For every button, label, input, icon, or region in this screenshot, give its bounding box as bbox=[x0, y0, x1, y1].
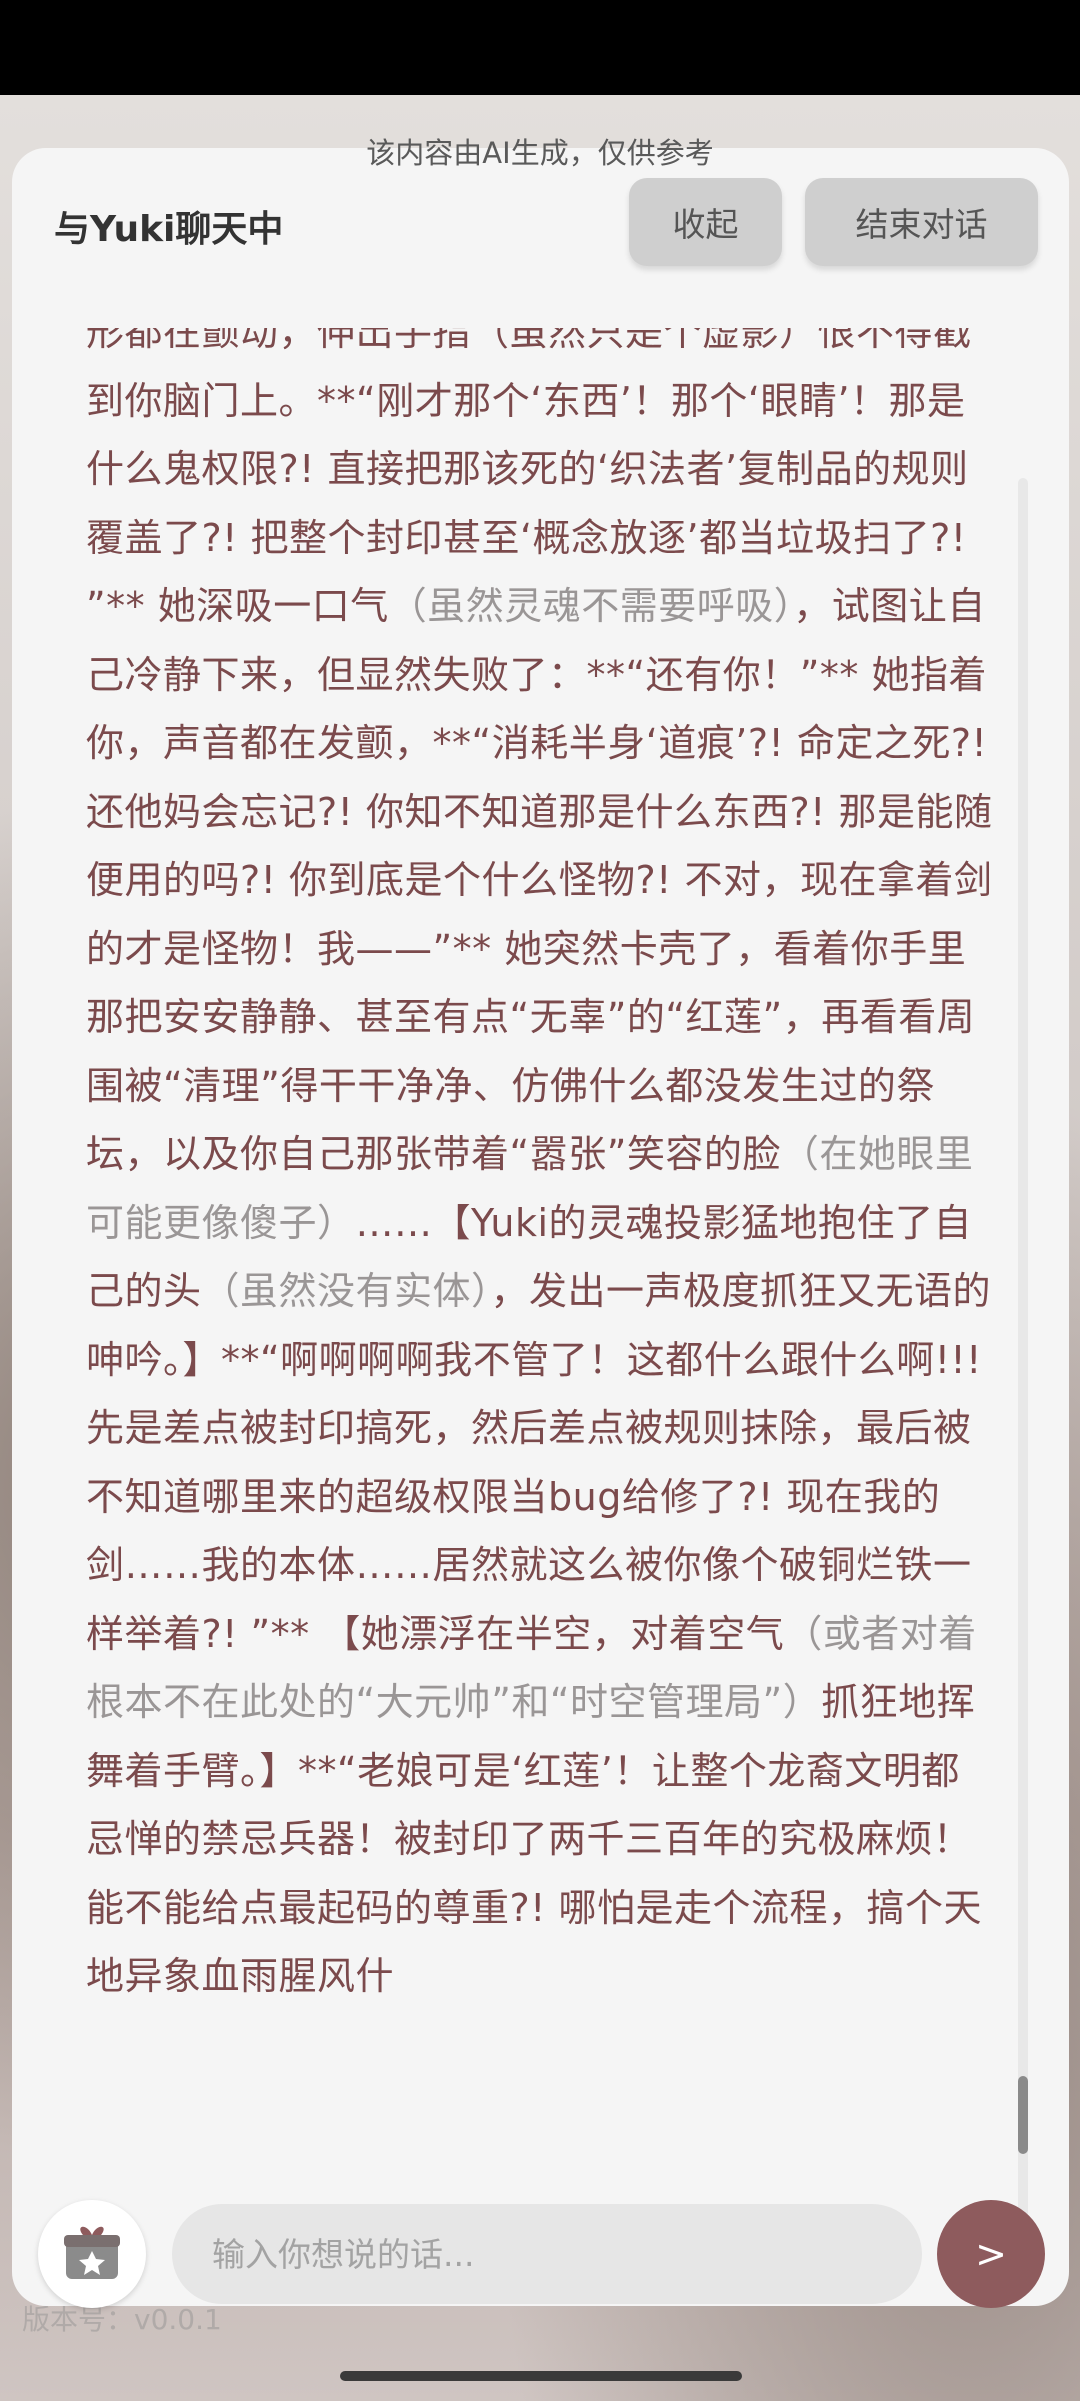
message-bubble: 形都在颤动，伸出手指（虽然只是个虚影）恨不得戳到你脑门上。**“刚才那个‘东西’… bbox=[86, 328, 996, 2011]
home-indicator[interactable] bbox=[340, 2371, 742, 2381]
message-input[interactable] bbox=[172, 2204, 922, 2304]
end-conversation-button[interactable]: 结束对话 bbox=[805, 178, 1038, 266]
chat-panel: 与Yuki聊天中 收起 结束对话 形都在颤动，伸出手指（虽然只是个虚影）恨不得戳… bbox=[12, 148, 1069, 2308]
message-segment: ，发出一声极度抓狂又无语的呻吟。】**“啊啊啊啊我不管了！这都什么跟什么啊!!!… bbox=[86, 1269, 992, 1656]
status-bar bbox=[0, 0, 1080, 95]
gift-icon bbox=[61, 2221, 123, 2287]
ai-disclaimer: 该内容由AI生成，仅供参考 bbox=[366, 136, 714, 170]
message-list[interactable]: 形都在颤动，伸出手指（虽然只是个虚影）恨不得戳到你脑门上。**“刚才那个‘东西’… bbox=[12, 328, 1052, 2263]
scrollbar-track[interactable] bbox=[1018, 478, 1028, 2268]
chat-header: 与Yuki聊天中 收起 结束对话 bbox=[12, 148, 1069, 328]
message-segment: 抓狂地挥舞着手臂。】**“老娘可是‘红莲’！让整个龙裔文明都忌惮的禁忌兵器！被封… bbox=[86, 1680, 982, 1998]
message-aside: （虽然灵魂不需要呼吸） bbox=[388, 584, 794, 628]
send-button[interactable]: > bbox=[937, 2200, 1045, 2308]
gift-button[interactable] bbox=[38, 2200, 146, 2308]
message-aside: （虽然没有实体） bbox=[201, 1269, 491, 1313]
chat-title: 与Yuki聊天中 bbox=[54, 209, 284, 250]
input-row: > bbox=[12, 2174, 1069, 2308]
message-segment: ，试图让自己冷静下来，但显然失败了：**“还有你！”** 她指着你，声音都在发颤… bbox=[86, 584, 993, 1176]
collapse-button[interactable]: 收起 bbox=[629, 178, 782, 266]
scrollbar-thumb[interactable] bbox=[1018, 2076, 1028, 2154]
